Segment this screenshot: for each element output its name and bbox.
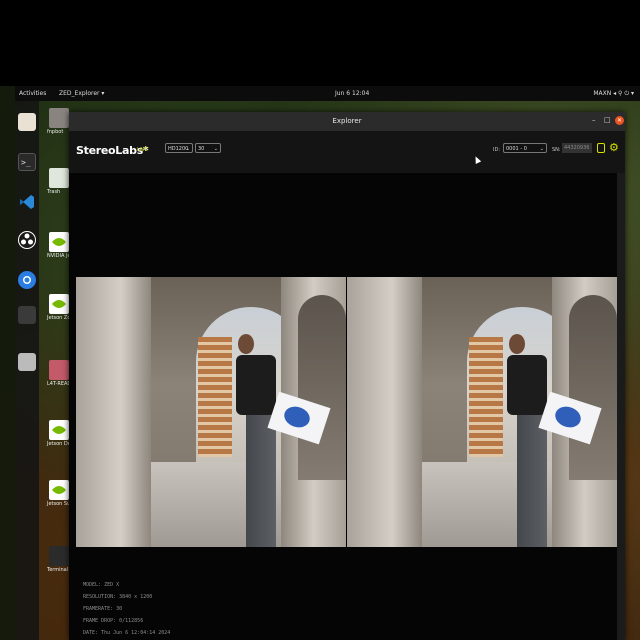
- obs-icon[interactable]: [18, 231, 36, 249]
- vscode-icon[interactable]: [18, 193, 36, 211]
- clock[interactable]: Jun 6 12:04: [335, 90, 369, 97]
- nvidia-icon: [49, 294, 69, 314]
- activities-button[interactable]: Activities: [19, 90, 46, 97]
- desktop-icon-nvidia-community[interactable]: NVIDIA Jetson Community P: [47, 232, 116, 259]
- files-icon[interactable]: [18, 113, 36, 131]
- nvidia-icon: [49, 232, 69, 252]
- close-button[interactable]: ✕: [615, 116, 624, 125]
- explorer-toolbar: StereoLabs* LIVE HD1200 ⌄ 30 ⌄ ID: 0001 …: [69, 131, 625, 173]
- info-resolution: RESOLUTION: 3840 x 1200: [83, 594, 153, 600]
- fps-select[interactable]: 30 ⌄: [195, 143, 221, 153]
- nvidia-icon: [49, 420, 69, 440]
- camera-id-select[interactable]: 0001 - 0 ⌄: [503, 143, 547, 153]
- video-panel: MODEL: ZED X RESOLUTION: 3840 x 1200 FRA…: [69, 173, 625, 640]
- info-frame-drop: FRAME DROP: 0/112856: [83, 618, 144, 624]
- right-camera-image: [347, 277, 617, 547]
- terminal-icon[interactable]: >_: [18, 153, 36, 171]
- stereo-video-view: [76, 277, 617, 547]
- photo-top-border: [0, 0, 640, 86]
- gnome-top-bar: Activities ZED_Explorer ▾ Jun 6 12:04 MA…: [15, 86, 640, 101]
- chevron-down-icon: ⌄: [539, 146, 544, 152]
- record-icon[interactable]: [597, 143, 605, 153]
- gear-icon[interactable]: ⚙: [609, 142, 619, 153]
- desktop-icon-jetson-forums[interactable]: Jetson Supp Forums: [47, 480, 97, 507]
- disk-icon[interactable]: [18, 353, 36, 371]
- trash-icon: [49, 168, 69, 188]
- system-tray[interactable]: MAXN ◂ ⚲ ⏻ ▾: [593, 90, 634, 98]
- app-icon[interactable]: [18, 306, 36, 324]
- camera-id-select-value: 0001 - 0: [506, 146, 527, 152]
- resolution-select[interactable]: HD1200 ⌄: [165, 143, 193, 153]
- info-framerate: FRAMERATE: 30: [83, 606, 123, 612]
- desktop-icon-l4t-readme[interactable]: L4T-READM: [47, 360, 76, 387]
- left-camera-image: [76, 277, 346, 547]
- serial-number-label: SN:: [552, 147, 561, 153]
- minimize-button[interactable]: –: [592, 116, 596, 124]
- explorer-window: Explorer – □ ✕ StereoLabs* LIVE HD1200 ⌄…: [69, 112, 625, 640]
- fps-select-value: 30: [198, 146, 205, 152]
- desktop-icon-fnpbot[interactable]: fnpbot: [47, 108, 71, 135]
- serial-number-field: 44320936: [562, 143, 592, 153]
- dock: >_: [15, 101, 39, 640]
- info-model: MODEL: ZED X: [83, 582, 120, 588]
- svg-text:>_: >_: [21, 158, 31, 167]
- folder-icon: [49, 108, 69, 128]
- photo-left-border: [0, 86, 15, 640]
- live-badge: LIVE: [137, 147, 148, 153]
- desktop-icon-terminal[interactable]: Terminal: [47, 546, 71, 573]
- app-menu[interactable]: ZED_Explorer ▾: [59, 90, 104, 97]
- window-title: Explorer: [332, 117, 362, 125]
- info-date: DATE: Thu Jun 6 12:04:14 2024: [83, 630, 171, 636]
- chromium-icon[interactable]: [18, 271, 36, 289]
- camera-info: MODEL: ZED X RESOLUTION: 3840 x 1200 FRA…: [83, 579, 170, 639]
- nvidia-icon: [49, 480, 69, 500]
- chevron-down-icon: ⌄: [213, 146, 218, 152]
- folder-icon: [49, 360, 69, 380]
- chevron-down-icon: ⌄: [185, 146, 190, 152]
- maximize-button[interactable]: □: [604, 116, 611, 124]
- camera-id-label: ID:: [493, 147, 501, 153]
- panel-scrollbar[interactable]: [617, 173, 625, 640]
- window-titlebar[interactable]: Explorer – □ ✕: [69, 112, 625, 131]
- desktop-icon-jetson-zoo[interactable]: Jetson Zoo: [47, 294, 73, 321]
- terminal-icon: [49, 546, 69, 566]
- desktop-icon-trash[interactable]: Trash: [47, 168, 71, 195]
- desktop-icon-jetson-developer[interactable]: Jetson Developer Z: [47, 420, 95, 447]
